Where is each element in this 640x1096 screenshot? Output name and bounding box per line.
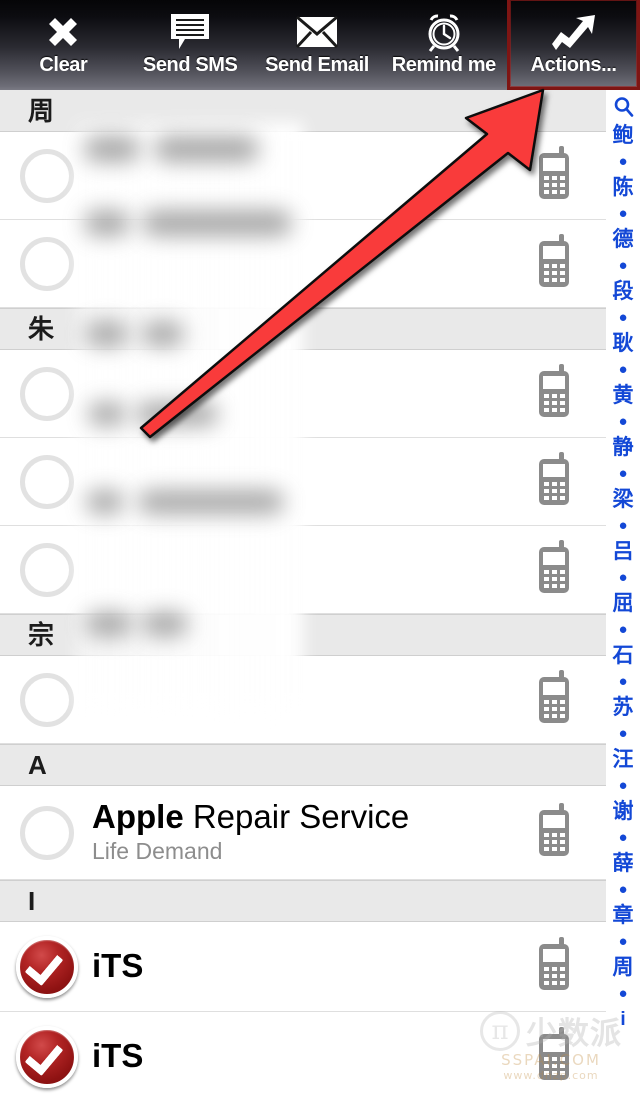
send-email-button[interactable]: Send Email [254,0,381,90]
send-email-label: Send Email [265,54,369,76]
clear-button[interactable]: Clear [0,0,127,90]
index-entry-su[interactable]: 苏 [613,693,634,722]
contact-subtitle: Life Demand [92,837,223,864]
index-dot[interactable]: ● [618,774,627,797]
row-text: iTS [92,947,532,985]
section-header: A [0,744,606,786]
row-checkbox[interactable] [16,802,78,864]
index-dot[interactable]: ● [618,722,627,745]
mobile-phone-icon [532,233,584,294]
index-dot[interactable]: ● [618,982,627,1005]
mobile-phone-icon [532,363,584,424]
table-row[interactable]: iTS [0,922,606,1012]
contact-first-name: iTS [92,1037,144,1075]
index-entry-liang[interactable]: 梁 [613,485,634,514]
mobile-phone-icon [532,936,584,997]
search-icon[interactable] [613,92,634,121]
row-text: iTS [92,1037,532,1075]
row-checkbox-checked[interactable] [16,1025,78,1088]
index-entry-xue[interactable]: 薛 [613,849,634,878]
row-checkbox[interactable] [16,451,78,513]
table-row[interactable]: iTS [0,1012,606,1096]
index-entry-lv[interactable]: 吕 [613,537,634,566]
row-checkbox-checked[interactable] [16,935,78,998]
index-dot[interactable]: ● [618,150,627,173]
mobile-phone-icon [532,669,584,730]
index-entry-i[interactable]: i [620,1005,625,1034]
mobile-phone-icon [532,451,584,512]
index-dot[interactable]: ● [618,566,627,589]
section-header: I [0,880,606,922]
table-row[interactable] [0,526,606,614]
row-checkbox[interactable] [16,539,78,601]
mobile-phone-icon [532,802,584,863]
index-dot[interactable]: ● [618,462,627,485]
close-x-icon [40,10,86,54]
contact-name: iTS [92,947,532,985]
row-checkbox[interactable] [16,145,78,207]
alarm-clock-icon [421,10,467,54]
contact-first-name: Apple [92,797,184,835]
row-checkbox[interactable] [16,363,78,425]
mobile-phone-icon [532,539,584,600]
contact-last-name: Repair Service [183,797,410,835]
index-entry-xie[interactable]: 谢 [613,797,634,826]
index-dot[interactable]: ● [618,306,627,329]
index-entry-qu[interactable]: 屈 [613,589,634,618]
table-row[interactable] [0,656,606,744]
actions-button[interactable]: Actions... [507,0,640,90]
index-dot[interactable]: ● [618,826,627,849]
index-dot[interactable]: ● [618,930,627,953]
send-sms-button[interactable]: Send SMS [127,0,254,90]
row-checkbox[interactable] [16,669,78,731]
table-row[interactable]: Apple Repair Service Life Demand [0,786,606,880]
index-entry-zhang[interactable]: 章 [613,901,634,930]
index-dot[interactable]: ● [618,618,627,641]
row-text: Apple Repair Service Life Demand [92,797,532,865]
index-entry-de[interactable]: 德 [613,225,634,254]
alphabet-index-bar[interactable]: 鲍 ● 陈 ● 德 ● 段 ● 耿 ● 黄 ● 静 ● 梁 ● 吕 ● 屈 ● … [606,90,640,1096]
index-dot[interactable]: ● [618,254,627,277]
contacts-list[interactable]: 周 朱 宗 A Apple Repair Service Life Demand… [0,90,606,1096]
index-dot[interactable]: ● [618,670,627,693]
table-row[interactable] [0,350,606,438]
envelope-icon [294,10,340,54]
action-toolbar: Clear Send SMS Send Email Remind me Acti… [0,0,640,90]
send-sms-label: Send SMS [142,54,238,76]
mobile-phone-icon [532,1026,584,1087]
index-entry-huang[interactable]: 黄 [613,381,634,410]
table-row[interactable] [0,438,606,526]
trend-up-icon [549,10,599,54]
table-row[interactable] [0,220,606,308]
remind-me-button[interactable]: Remind me [380,0,507,90]
actions-label: Actions... [530,54,617,76]
index-dot[interactable]: ● [618,514,627,537]
index-dot[interactable]: ● [618,878,627,901]
section-header: 宗 [0,614,606,656]
mobile-phone-icon [532,145,584,206]
index-dot[interactable]: ● [618,202,627,225]
index-entry-jing[interactable]: 静 [613,433,634,462]
index-dot[interactable]: ● [618,358,627,381]
index-entry-shi[interactable]: 石 [613,641,634,670]
section-header: 朱 [0,308,606,350]
contact-name: iTS [92,1037,532,1075]
section-header: 周 [0,90,606,132]
contact-first-name: iTS [92,947,144,985]
index-entry-bao[interactable]: 鲍 [613,121,634,150]
message-icon [167,10,213,54]
table-row[interactable] [0,132,606,220]
index-entry-geng[interactable]: 耿 [613,329,634,358]
index-entry-zhou[interactable]: 周 [613,953,634,982]
index-entry-chen[interactable]: 陈 [613,173,634,202]
clear-label: Clear [39,54,88,76]
remind-me-label: Remind me [391,54,497,76]
index-entry-duan[interactable]: 段 [613,277,634,306]
contact-name: Apple Repair Service [92,797,532,835]
row-checkbox[interactable] [16,233,78,295]
index-entry-wang[interactable]: 汪 [613,745,634,774]
index-dot[interactable]: ● [618,410,627,433]
